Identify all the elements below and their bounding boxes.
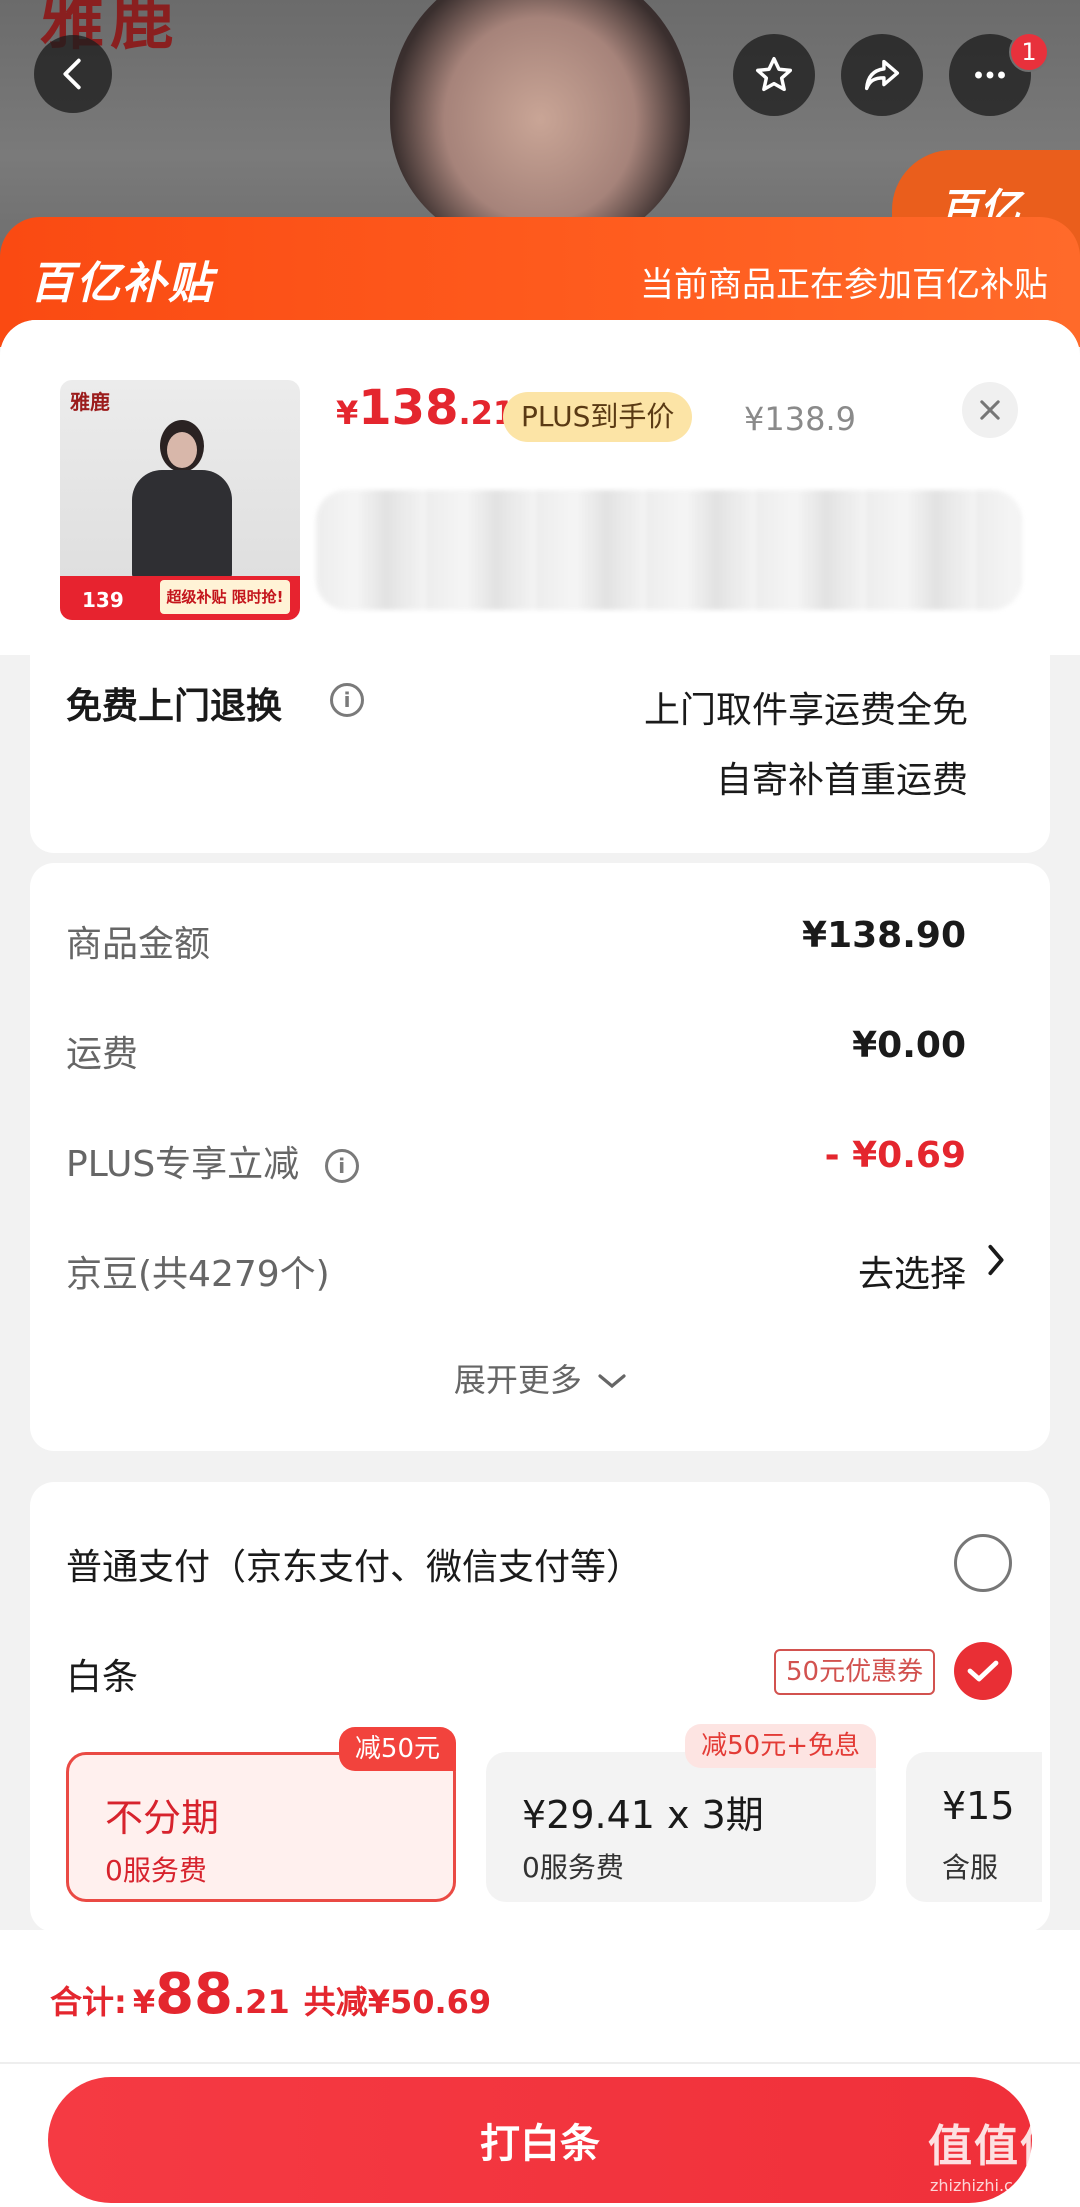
thumb-model xyxy=(122,420,242,580)
blurred-product-title xyxy=(316,490,1022,610)
plan-title: 不分期 xyxy=(105,1796,220,1840)
total-integer: 88 xyxy=(155,1962,234,2027)
expand-more-button[interactable]: 展开更多 xyxy=(30,1355,1050,1401)
subsidy-note: 当前商品正在参加百亿补贴 xyxy=(640,265,1048,305)
plan-discount-badge: 减50元 xyxy=(338,1727,456,1771)
close-icon xyxy=(980,400,1000,420)
expand-more-label: 展开更多 xyxy=(453,1361,582,1399)
return-service-line2: 自寄补首重运费 xyxy=(715,760,968,801)
baitiao-label[interactable]: 白条 xyxy=(66,1648,138,1700)
subsidy-logo: 百亿补贴 xyxy=(30,258,214,309)
normal-payment-radio[interactable] xyxy=(954,1534,1012,1592)
chevron-right-icon[interactable] xyxy=(986,1243,1006,1286)
plus-discount-value: - ¥0.69 xyxy=(824,1135,966,1176)
favorite-button[interactable] xyxy=(733,34,815,116)
site-watermark-url: zhizhizhi.com xyxy=(930,2176,1039,2195)
return-info-button[interactable]: i xyxy=(330,683,364,717)
back-button[interactable] xyxy=(34,35,112,113)
thumb-brand-logo: 雅鹿 xyxy=(70,390,110,414)
check-icon xyxy=(967,1660,999,1682)
original-price: ¥138.9 xyxy=(744,400,856,438)
jingdou-select[interactable]: 去选择 xyxy=(858,1245,966,1297)
plus-discount-label: PLUS专享立减 i xyxy=(66,1135,359,1187)
chevron-left-icon xyxy=(63,58,81,90)
site-watermark: 值值值 xyxy=(928,2121,1066,2172)
baitiao-radio[interactable] xyxy=(954,1642,1012,1700)
plus-price-tag: PLUS到手价 xyxy=(503,392,693,442)
plan-fee: 0服务费 xyxy=(522,1851,624,1884)
plan-title: ¥15 xyxy=(942,1784,1015,1828)
thumb-promo-tag: 超级补贴 限时抢! xyxy=(160,580,290,614)
notification-badge: 1 xyxy=(1009,32,1049,72)
price-currency: ¥ xyxy=(336,394,359,432)
return-service-line1: 上门取件享运费全免 xyxy=(643,690,968,731)
plan-discount-badge: 减50元+免息 xyxy=(685,1724,876,1768)
product-thumbnail[interactable]: 雅鹿 139 超级补贴 限时抢! xyxy=(60,380,300,620)
plan-3-installments[interactable]: 减50元+免息 ¥29.41 x 3期 0服务费 xyxy=(486,1724,876,1902)
product-price: ¥ 138 .21 xyxy=(336,380,515,440)
plan-title: ¥29.41 x 3期 xyxy=(522,1793,764,1837)
pay-baitiao-button[interactable]: 打白条 xyxy=(48,2077,1032,2203)
total-saved: 共减¥50.69 xyxy=(303,1983,492,2021)
thumb-price: 139 xyxy=(82,588,124,612)
checkout-footer: 合计: ¥ 88 .21 共减¥50.69 打白条 xyxy=(0,1930,1080,2207)
close-button[interactable] xyxy=(962,382,1018,438)
price-integer: 138 xyxy=(358,380,459,436)
plan-more-installments[interactable]: ¥15 含服 xyxy=(906,1752,1042,1902)
plan-fee: 含服 xyxy=(942,1851,999,1884)
chevron-down-icon xyxy=(598,1374,626,1389)
more-dots-icon xyxy=(975,71,1005,79)
share-button[interactable] xyxy=(841,34,923,116)
coupon-tag[interactable]: 50元优惠券 xyxy=(774,1649,936,1695)
info-icon[interactable]: i xyxy=(324,1149,359,1183)
model-photo xyxy=(390,0,690,250)
shipping-label: 运费 xyxy=(66,1034,139,1075)
total-decimal: .21 xyxy=(233,1983,290,2021)
installment-plans: 减50元 不分期 0服务费 减50元+免息 ¥29.41 x 3期 0服务费 ¥… xyxy=(66,1724,1042,1924)
return-service-card: 免费上门退换 i 上门取件享运费全免 自寄补首重运费 xyxy=(30,655,1050,853)
jingdou-label: 京豆(共4279个) xyxy=(66,1254,330,1295)
product-summary: 雅鹿 139 超级补贴 限时抢! ¥ 138 .21 PLUS到手价 ¥138.… xyxy=(0,320,1080,655)
share-icon xyxy=(864,59,900,91)
goods-amount-label: 商品金额 xyxy=(66,924,211,965)
order-total: 合计: ¥ 88 .21 共减¥50.69 xyxy=(50,1962,491,2027)
goods-amount-value: ¥138.90 xyxy=(802,915,966,956)
total-currency: ¥ xyxy=(132,1983,156,2021)
normal-payment-label[interactable]: 普通支付（京东支付、微信支付等） xyxy=(66,1538,642,1590)
star-icon xyxy=(755,56,793,92)
info-icon: i xyxy=(330,683,364,717)
footer-divider xyxy=(0,2062,1080,2064)
plus-discount-text: PLUS专享立减 xyxy=(66,1144,300,1185)
plan-fee: 0服务费 xyxy=(105,1854,207,1887)
order-summary-card: 商品金额 ¥138.90 运费 ¥0.00 PLUS专享立减 i - ¥0.69… xyxy=(30,863,1050,1451)
plan-no-installment[interactable]: 减50元 不分期 0服务费 xyxy=(66,1727,456,1902)
payment-method-card: 普通支付（京东支付、微信支付等） 白条 50元优惠券 减50元 不分期 0服务费… xyxy=(30,1482,1050,1932)
shipping-value: ¥0.00 xyxy=(852,1025,966,1066)
total-label: 合计: xyxy=(50,1983,127,2021)
checkout-sheet: 雅鹿 139 超级补贴 限时抢! ¥ 138 .21 PLUS到手价 ¥138.… xyxy=(0,320,1080,2207)
return-service-title: 免费上门退换 xyxy=(66,686,283,727)
